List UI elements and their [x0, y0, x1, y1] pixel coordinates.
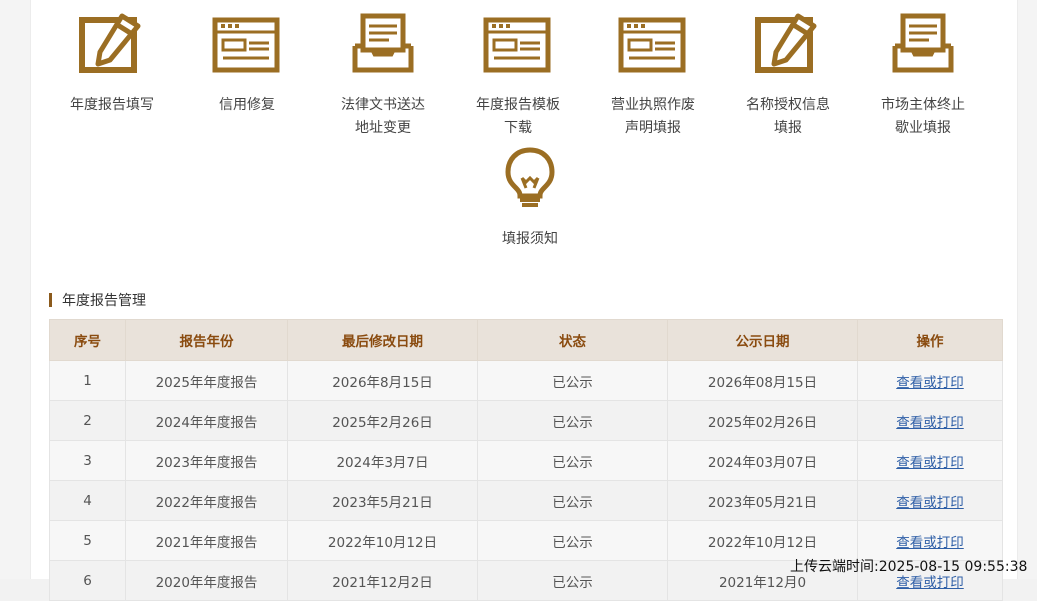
row-index: 4 [49, 480, 126, 521]
column-header-publish-date: 公示日期 [667, 319, 858, 361]
row-last-modified: 2025年2月26日 [287, 400, 478, 441]
service-label[interactable]: 市场主体终止 歇业填报 [856, 94, 990, 140]
table-row: 5 2021年年度报告 2022年10月12日 已公示 2022年10月12日 … [49, 520, 1003, 561]
view-or-print-link[interactable]: 查看或打印 [896, 455, 964, 471]
row-action: 查看或打印 [857, 360, 1003, 401]
row-report-year: 2025年年度报告 [125, 360, 288, 401]
row-index: 3 [49, 440, 126, 481]
row-index: 2 [49, 400, 126, 441]
row-last-modified: 2022年10月12日 [287, 520, 478, 561]
main-content: 年度报告填写 信用修复 法律文书送达 地址变更 年度报告模板 下载 营业执照作废… [30, 0, 1018, 601]
service-label[interactable]: 法律文书送达 地址变更 [316, 94, 450, 140]
column-header-status: 状态 [477, 319, 668, 361]
service-label[interactable]: 填报须知 [463, 228, 597, 251]
row-publish-date: 2026年08月15日 [667, 360, 858, 401]
form-icon [212, 17, 280, 73]
row-status: 已公示 [477, 480, 668, 521]
row-action: 查看或打印 [857, 440, 1003, 481]
pencil-icon [79, 13, 141, 73]
row-publish-date: 2023年05月21日 [667, 480, 858, 521]
row-index: 6 [49, 560, 126, 601]
service-grid: 年度报告填写 信用修复 法律文书送达 地址变更 年度报告模板 下载 营业执照作废… [31, 0, 1017, 260]
service-license-void-statement[interactable]: 营业执照作废 声明填报 [586, 12, 720, 140]
upload-time-overlay: 上传云端时间:2025-08-15 09:55:38 [790, 559, 1028, 575]
section-title: 年度报告管理 [49, 290, 146, 310]
row-report-year: 2024年年度报告 [125, 400, 288, 441]
service-name-authorization[interactable]: 名称授权信息 填报 [721, 12, 855, 140]
pencil-icon [755, 13, 817, 73]
section-title-text: 年度报告管理 [62, 293, 146, 309]
service-label[interactable]: 年度报告填写 [45, 94, 179, 117]
row-publish-date: 2024年03月07日 [667, 440, 858, 481]
row-last-modified: 2021年12月2日 [287, 560, 478, 601]
view-or-print-link[interactable]: 查看或打印 [896, 535, 964, 551]
form-icon [483, 17, 551, 73]
row-last-modified: 2026年8月15日 [287, 360, 478, 401]
row-report-year: 2023年年度报告 [125, 440, 288, 481]
row-last-modified: 2023年5月21日 [287, 480, 478, 521]
row-last-modified: 2024年3月7日 [287, 440, 478, 481]
column-header-index: 序号 [49, 319, 126, 361]
service-credit-repair[interactable]: 信用修复 [180, 12, 314, 117]
tray-icon [352, 13, 414, 73]
table-header-row: 序号 报告年份 最后修改日期 状态 公示日期 操作 [49, 319, 1003, 361]
service-report-template-download[interactable]: 年度报告模板 下载 [451, 12, 585, 140]
column-header-last-modified: 最后修改日期 [287, 319, 478, 361]
table-row: 1 2025年年度报告 2026年8月15日 已公示 2026年08月15日 查… [49, 360, 1003, 401]
row-report-year: 2022年年度报告 [125, 480, 288, 521]
row-status: 已公示 [477, 520, 668, 561]
row-status: 已公示 [477, 440, 668, 481]
view-or-print-link[interactable]: 查看或打印 [896, 495, 964, 511]
row-report-year: 2020年年度报告 [125, 560, 288, 601]
view-or-print-link[interactable]: 查看或打印 [896, 575, 964, 591]
row-publish-date: 2025年02月26日 [667, 400, 858, 441]
row-action: 查看或打印 [857, 400, 1003, 441]
row-report-year: 2021年年度报告 [125, 520, 288, 561]
row-index: 1 [49, 360, 126, 401]
row-action: 查看或打印 [857, 480, 1003, 521]
lightbulb-icon [505, 147, 555, 207]
column-header-report-year: 报告年份 [125, 319, 288, 361]
service-legal-address-change[interactable]: 法律文书送达 地址变更 [316, 12, 450, 140]
row-status: 已公示 [477, 360, 668, 401]
table-row: 3 2023年年度报告 2024年3月7日 已公示 2024年03月07日 查看… [49, 440, 1003, 481]
view-or-print-link[interactable]: 查看或打印 [896, 415, 964, 431]
section-title-bar [49, 293, 52, 307]
row-status: 已公示 [477, 560, 668, 601]
tray-icon [892, 13, 954, 73]
service-annual-report-fill[interactable]: 年度报告填写 [45, 12, 179, 117]
row-index: 5 [49, 520, 126, 561]
form-icon [618, 17, 686, 73]
row-status: 已公示 [477, 400, 668, 441]
table-row: 2 2024年年度报告 2025年2月26日 已公示 2025年02月26日 查… [49, 400, 1003, 441]
view-or-print-link[interactable]: 查看或打印 [896, 375, 964, 391]
row-publish-date: 2022年10月12日 [667, 520, 858, 561]
service-label[interactable]: 名称授权信息 填报 [721, 94, 855, 140]
service-label[interactable]: 年度报告模板 下载 [451, 94, 585, 140]
row-action: 查看或打印 [857, 520, 1003, 561]
service-termination-report[interactable]: 市场主体终止 歇业填报 [856, 12, 990, 140]
column-header-action: 操作 [857, 319, 1003, 361]
service-label[interactable]: 信用修复 [180, 94, 314, 117]
service-label[interactable]: 营业执照作废 声明填报 [586, 94, 720, 140]
page: 年度报告填写 信用修复 法律文书送达 地址变更 年度报告模板 下载 营业执照作废… [0, 0, 1037, 601]
service-filing-notice[interactable]: 填报须知 [463, 146, 597, 251]
table-row: 4 2022年年度报告 2023年5月21日 已公示 2023年05月21日 查… [49, 480, 1003, 521]
